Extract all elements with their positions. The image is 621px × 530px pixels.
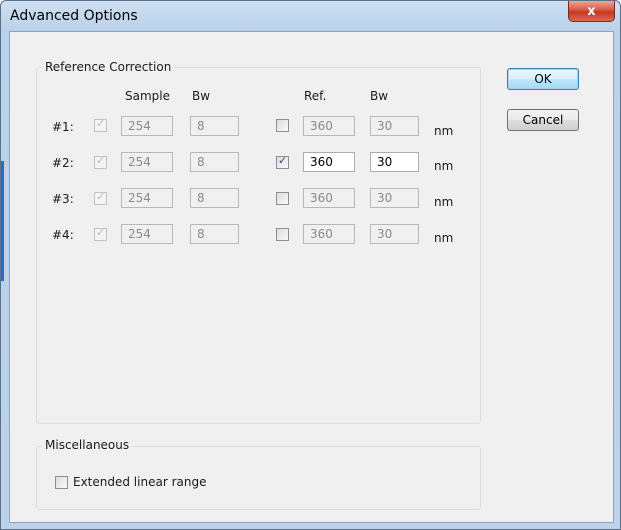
row-3-sample-checkbox: ✓ [94, 190, 107, 205]
close-button[interactable]: x [568, 1, 615, 22]
window-title: Advanced Options [10, 8, 138, 24]
checkmark-icon: ✓ [278, 154, 288, 167]
row-1-label: #1: [52, 120, 74, 134]
dialog-client-area: Reference Correction Sample Bw Ref. Bw #… [9, 31, 614, 523]
checkmark-icon: ✓ [96, 117, 106, 130]
row-1-ref-field: 360 [303, 116, 355, 136]
row-3-label: #3: [52, 192, 74, 206]
row-3-sample-field: 254 [121, 188, 173, 208]
row-4-ref-checkbox[interactable] [276, 228, 289, 241]
window-edge-accent [1, 161, 4, 281]
row-2-ref-checkbox[interactable]: ✓ [276, 154, 289, 169]
extended-linear-range-checkbox[interactable] [55, 476, 68, 489]
row-1-sample-field: 254 [121, 116, 173, 136]
row-3-unit: nm [434, 195, 454, 209]
row-2-sample-field: 254 [121, 152, 173, 172]
checkmark-icon: ✓ [96, 190, 106, 203]
row-4-ref-bw-field: 30 [370, 224, 419, 244]
dialog-window: Advanced Options x Reference Correction … [0, 0, 621, 530]
row-2-sample-checkbox: ✓ [94, 154, 107, 169]
miscellaneous-legend: Miscellaneous [42, 438, 133, 452]
cancel-button[interactable]: Cancel [507, 109, 579, 131]
row-2-unit: nm [434, 159, 454, 173]
row-3-bw-field: 8 [190, 188, 239, 208]
row-3-ref-field: 360 [303, 188, 355, 208]
row-1-bw-field: 8 [190, 116, 239, 136]
row-2-ref-field[interactable]: 360 [303, 152, 355, 172]
header-sample: Sample [125, 89, 170, 103]
close-icon: x [587, 3, 596, 19]
row-4-label: #4: [52, 228, 74, 242]
row-1-unit: nm [434, 124, 454, 138]
extended-linear-range-label[interactable]: Extended linear range [73, 475, 206, 489]
header-bw-ref: Bw [370, 89, 389, 103]
checkmark-icon: ✓ [96, 154, 106, 167]
row-4-sample-field: 254 [121, 224, 173, 244]
checkmark-icon: ✓ [96, 226, 106, 239]
row-4-ref-field: 360 [303, 224, 355, 244]
header-ref: Ref. [304, 89, 327, 103]
row-2-bw-field: 8 [190, 152, 239, 172]
row-4-bw-field: 8 [190, 224, 239, 244]
row-1-sample-checkbox: ✓ [94, 117, 107, 132]
header-bw-sample: Bw [192, 89, 211, 103]
row-1-ref-bw-field: 30 [370, 116, 419, 136]
row-4-sample-checkbox: ✓ [94, 226, 107, 241]
reference-correction-legend: Reference Correction [42, 60, 175, 74]
row-1-ref-checkbox[interactable] [276, 119, 289, 132]
row-4-unit: nm [434, 231, 454, 245]
row-3-ref-bw-field: 30 [370, 188, 419, 208]
row-3-ref-checkbox[interactable] [276, 192, 289, 205]
row-2-ref-bw-field[interactable]: 30 [370, 152, 419, 172]
row-2-label: #2: [52, 156, 74, 170]
ok-button[interactable]: OK [507, 68, 579, 90]
